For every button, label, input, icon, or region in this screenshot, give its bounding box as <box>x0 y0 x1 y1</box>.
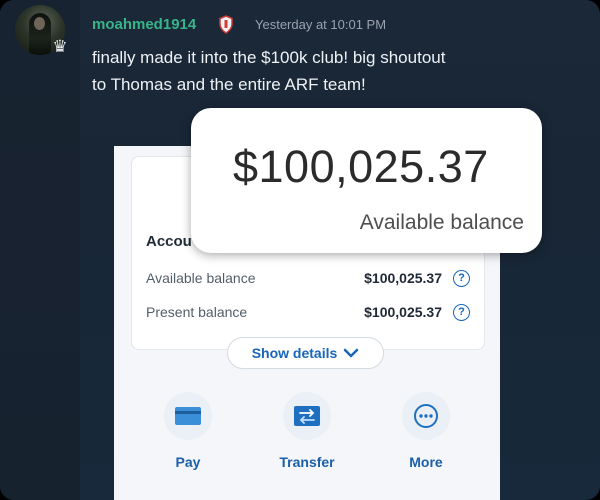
show-details-button[interactable]: Show details <box>227 337 384 369</box>
available-balance-value: $100,025.37 <box>364 270 442 286</box>
transfer-label: Transfer <box>279 454 335 470</box>
zoomed-balance-callout: $100,025.37 Available balance <box>191 108 542 253</box>
card-icon <box>175 407 201 425</box>
more-button[interactable]: More <box>386 392 466 470</box>
avatar-face <box>34 17 45 30</box>
transfer-icon-circle <box>283 392 331 440</box>
help-icon[interactable]: ? <box>453 304 470 321</box>
zoomed-balance-label: Available balance <box>359 211 524 234</box>
message-line: to Thomas and the entire ARF team! <box>92 75 366 94</box>
more-icon-circle <box>402 392 450 440</box>
username[interactable]: moahmed1914 <box>92 16 196 33</box>
present-balance-label: Present balance <box>146 304 248 320</box>
message-line: finally made it into the $100k club! big… <box>92 48 446 67</box>
card-icon-circle <box>164 392 212 440</box>
chat-window: ♛ moahmed1914 Yesterday at 10:01 PM fina… <box>0 0 600 500</box>
transfer-icon <box>294 406 320 426</box>
chevron-down-icon <box>344 348 359 358</box>
pay-label: Pay <box>175 454 201 470</box>
account-card-title: Accou <box>146 233 192 250</box>
present-balance-value: $100,025.37 <box>364 304 442 320</box>
more-icon <box>414 404 438 428</box>
show-details-label: Show details <box>251 345 338 361</box>
zoomed-balance-amount: $100,025.37 <box>233 141 489 192</box>
shield-badge-icon[interactable] <box>218 15 234 34</box>
help-icon[interactable]: ? <box>453 270 470 287</box>
message-text: finally made it into the $100k club! big… <box>92 44 562 98</box>
transfer-button[interactable]: Transfer <box>267 392 347 470</box>
message-gutter <box>0 0 80 500</box>
pay-button[interactable]: Pay <box>148 392 228 470</box>
message-timestamp: Yesterday at 10:01 PM <box>255 17 387 32</box>
crown-icon: ♛ <box>52 37 68 56</box>
more-label: More <box>409 454 443 470</box>
available-balance-label: Available balance <box>146 270 256 286</box>
